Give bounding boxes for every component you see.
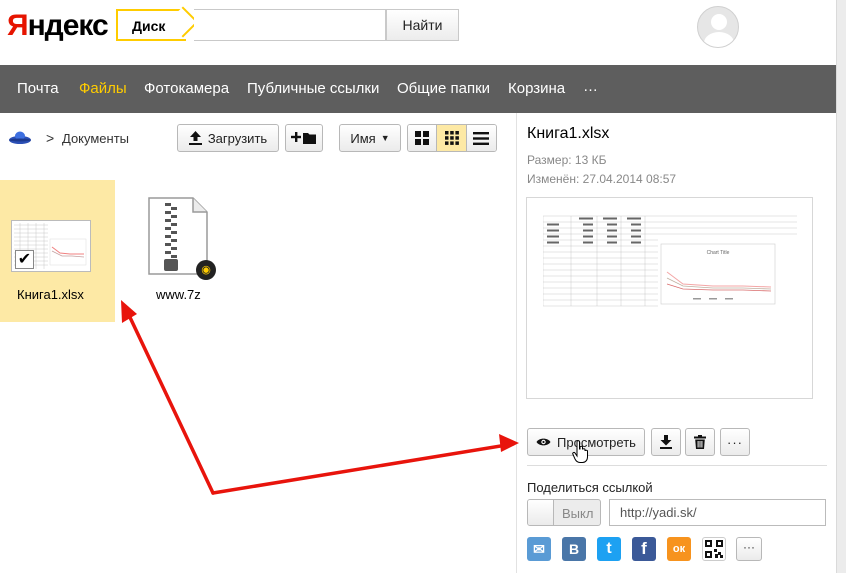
small-grid-icon bbox=[444, 131, 459, 145]
share-odnoklassniki-icon[interactable]: ок bbox=[667, 537, 691, 561]
file-name-xlsx[interactable]: Книга1.xlsx bbox=[17, 287, 84, 302]
more-actions-button[interactable]: ··· bbox=[720, 428, 750, 456]
sort-dropdown[interactable]: Имя ▼ bbox=[339, 124, 401, 152]
nav-item-trash[interactable]: Корзина bbox=[508, 80, 565, 97]
share-facebook-icon[interactable]: f bbox=[632, 537, 656, 561]
search-input[interactable] bbox=[194, 9, 386, 41]
share-more-button[interactable]: ··· bbox=[736, 537, 762, 561]
file-details-panel: Книга1.xlsx Размер: 13 КБ Изменён: 27.04… bbox=[516, 113, 836, 573]
page-scrollbar[interactable] bbox=[836, 0, 846, 573]
disk-root-icon[interactable] bbox=[8, 130, 32, 146]
list-icon bbox=[473, 131, 490, 145]
toggle-state-label: Выкл bbox=[562, 506, 594, 521]
download-icon bbox=[660, 435, 672, 449]
qr-code-icon bbox=[705, 540, 723, 558]
search-bar: Диск Найти bbox=[116, 6, 459, 41]
nav-item-shared-folders[interactable]: Общие папки bbox=[397, 80, 490, 97]
avatar-head bbox=[711, 14, 727, 30]
nav-item-files[interactable]: Файлы bbox=[79, 80, 127, 97]
view-file-label: Просмотреть bbox=[557, 434, 636, 450]
file-name-archive[interactable]: www.7z bbox=[156, 287, 201, 302]
preview-chart-title: Chart Title bbox=[707, 250, 730, 256]
file-select-checkbox[interactable]: ✔ bbox=[15, 250, 34, 269]
add-folder-icon bbox=[291, 132, 316, 144]
file-toolbar: > Документы Загрузить Имя ▼ bbox=[0, 113, 516, 165]
main-nav: Почта Файлы Фотокамера Публичные ссылки … bbox=[0, 65, 836, 113]
upload-label: Загрузить bbox=[207, 130, 268, 146]
nav-item-mail[interactable]: Почта bbox=[17, 80, 59, 97]
share-twitter-icon[interactable]: t bbox=[597, 537, 621, 561]
view-small-icons-button[interactable] bbox=[437, 125, 467, 151]
divider bbox=[527, 465, 827, 466]
details-file-size: Размер: 13 КБ bbox=[527, 153, 607, 167]
details-file-title: Книга1.xlsx bbox=[527, 125, 610, 142]
avatar-body bbox=[704, 32, 734, 47]
upload-button[interactable]: Загрузить bbox=[177, 124, 279, 152]
view-large-icons-button[interactable] bbox=[408, 125, 438, 151]
breadcrumb-current[interactable]: Документы bbox=[62, 131, 129, 146]
logo-letter: Я bbox=[7, 9, 29, 42]
upload-icon bbox=[188, 131, 202, 145]
logo-text: ндекс bbox=[27, 9, 109, 42]
toggle-knob bbox=[528, 500, 554, 525]
header: Яндекс Диск Найти bbox=[0, 0, 836, 65]
search-button[interactable]: Найти bbox=[386, 9, 459, 41]
nav-item-photo-camera[interactable]: Фотокамера bbox=[144, 80, 229, 97]
eye-icon bbox=[536, 438, 551, 446]
sort-label: Имя bbox=[350, 130, 376, 146]
search-tag-label: Диск bbox=[132, 18, 166, 34]
chevron-down-icon: ▼ bbox=[380, 133, 390, 143]
share-link-toggle[interactable]: Выкл bbox=[527, 499, 601, 526]
trash-icon bbox=[694, 435, 706, 449]
share-vkontakte-icon[interactable]: В bbox=[562, 537, 586, 561]
details-modified-date: Изменён: 27.04.2014 08:57 bbox=[527, 172, 677, 186]
view-mode-switch bbox=[407, 124, 497, 152]
share-email-icon[interactable]: ✉ bbox=[527, 537, 551, 561]
hand-cursor-icon bbox=[572, 440, 588, 463]
nav-more[interactable]: … bbox=[583, 78, 598, 95]
yandex-logo[interactable]: Яндекс bbox=[7, 9, 109, 43]
breadcrumb-separator: > bbox=[46, 130, 55, 146]
avatar[interactable] bbox=[697, 6, 739, 48]
large-grid-icon bbox=[415, 131, 430, 145]
delete-button[interactable] bbox=[685, 428, 715, 456]
file-preview[interactable]: Chart Title bbox=[526, 197, 813, 399]
spreadsheet-preview-image: Chart Title bbox=[543, 215, 797, 307]
share-url-field[interactable] bbox=[609, 499, 826, 526]
yandex-disk-page: Яндекс Диск Найти Почта Файлы Фотокамера… bbox=[0, 0, 846, 573]
nav-item-public-links[interactable]: Публичные ссылки bbox=[247, 80, 379, 97]
shared-link-badge-icon: ◉ bbox=[196, 260, 216, 280]
share-qr-code-icon[interactable] bbox=[702, 537, 726, 561]
view-list-button[interactable] bbox=[466, 125, 496, 151]
download-button[interactable] bbox=[651, 428, 681, 456]
share-link-title: Поделиться ссылкой bbox=[527, 480, 653, 495]
new-folder-button[interactable] bbox=[285, 124, 323, 152]
